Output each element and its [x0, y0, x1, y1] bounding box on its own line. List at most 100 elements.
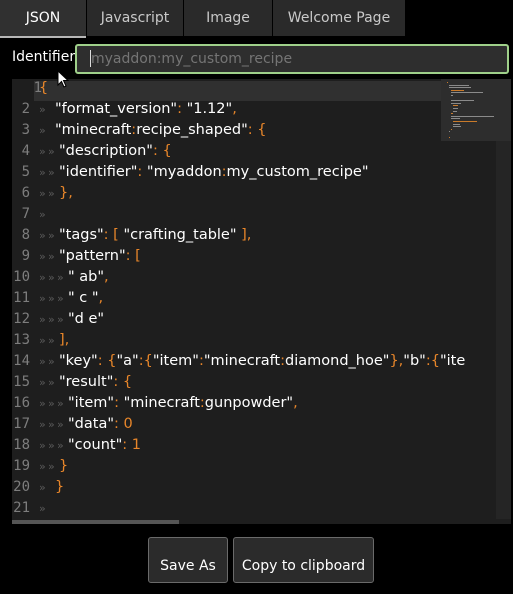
code-line: » "format_version": "1.12", — [39, 101, 237, 117]
code-token: : — [177, 101, 187, 117]
minimap-line — [451, 102, 461, 104]
line-number: 11 — [13, 290, 30, 306]
indent-guide-icon: » — [39, 187, 46, 200]
line-number: 3 — [21, 122, 30, 138]
code-token: "minecraft — [55, 122, 132, 138]
code-editor[interactable]: 12345678910111213141516171819202122 {»"f… — [12, 79, 511, 524]
code-token: "ite — [439, 353, 466, 369]
code-token: , — [293, 395, 298, 411]
code-line: { — [39, 80, 48, 96]
code-token: : — [114, 395, 124, 411]
indent-guide-icon: » — [39, 418, 46, 431]
vertical-scrollbar[interactable] — [496, 141, 511, 519]
code-token: } — [55, 479, 65, 495]
line-number: 7 — [21, 206, 30, 222]
code-token: " c " — [68, 290, 99, 306]
indent-guide-icon: » — [39, 166, 46, 179]
horizontal-scrollbar-thumb[interactable] — [12, 520, 179, 524]
indent-guide-icon: » — [48, 166, 55, 179]
indent-guide-icon: » — [48, 334, 55, 347]
indent-guide-icon: » — [39, 229, 46, 242]
code-line: » "minecraft:recipe_shaped": { — [39, 122, 267, 138]
line-number: 4 — [21, 143, 30, 159]
code-token: "tags" — [59, 227, 104, 243]
indent-guide-icon: » — [39, 439, 46, 452]
code-token: gunpowder" — [204, 395, 294, 411]
indent-guide-icon: » — [39, 355, 46, 368]
code-line: »»» "data": 0 — [39, 416, 133, 432]
indent-guide-icon: » — [48, 418, 55, 431]
line-number: 10 — [13, 269, 30, 285]
code-token: "myaddon — [146, 164, 222, 180]
indent-guide-icon: » — [57, 271, 64, 284]
code-token: }, — [389, 353, 404, 369]
indent-guide-icon: » — [39, 313, 46, 326]
code-token: ], — [59, 332, 70, 348]
tab-json[interactable]: JSON — [0, 0, 86, 38]
indent-guide-icon: » — [57, 439, 64, 452]
code-token: : [ — [125, 248, 141, 264]
code-token: "item" — [68, 395, 115, 411]
code-token: "minecraft — [203, 353, 281, 369]
copy-to-clipboard-button[interactable]: Copy to clipboard — [233, 537, 374, 583]
code-token: , — [104, 269, 109, 285]
indent-guide-icon: » — [48, 355, 55, 368]
minimap-line — [449, 87, 472, 89]
code-token: "data" — [68, 416, 114, 432]
code-line: »» "tags": [ "crafting_table" ], — [39, 227, 251, 243]
line-number: 14 — [13, 353, 30, 369]
minimap-line — [451, 115, 495, 117]
code-line: »»» "count": 1 — [39, 437, 141, 453]
indent-guide-icon: » — [48, 313, 55, 326]
indent-guide-icon: » — [48, 187, 55, 200]
code-line: »»» " ab", — [39, 269, 109, 285]
code-token: "b" — [403, 353, 426, 369]
minimap-line — [451, 95, 453, 96]
indent-guide-icon: » — [39, 481, 46, 494]
minimap-line — [447, 82, 448, 83]
indent-guide-icon: » — [39, 145, 46, 158]
indent-guide-icon: » — [39, 376, 46, 389]
indent-guide-icon: » — [39, 334, 46, 347]
tab-welcome-page[interactable]: Welcome Page — [273, 0, 405, 36]
line-number: 5 — [21, 164, 30, 180]
code-token: "minecraft — [123, 395, 200, 411]
indent-guide-icon: » — [57, 397, 64, 410]
line-number-gutter: 12345678910111213141516171819202122 — [12, 79, 42, 524]
minimap-line — [451, 89, 464, 91]
code-token: "crafting_table" — [123, 227, 237, 243]
indent-guide-icon: » — [48, 397, 55, 410]
code-token: } — [59, 458, 69, 474]
code-token: "pattern" — [59, 248, 126, 264]
code-token: ], — [236, 227, 252, 243]
code-token: "a" — [116, 353, 139, 369]
code-token: : — [137, 164, 147, 180]
identifier-input[interactable] — [75, 44, 509, 74]
text-caret — [90, 50, 91, 67]
indent-guide-icon: » — [48, 229, 55, 242]
indent-guide-icon: » — [39, 502, 46, 515]
identifier-label: Identifier — [12, 49, 76, 65]
minimap-line — [453, 123, 461, 125]
code-token: "format_version" — [55, 101, 178, 117]
code-token: "identifier" — [59, 164, 138, 180]
indent-guide-icon: » — [57, 313, 64, 326]
code-token: : { — [247, 122, 267, 138]
indent-guide-icon: » — [57, 292, 64, 305]
code-line: » — [39, 500, 55, 516]
code-token: : 1 — [122, 437, 141, 453]
line-number: 21 — [13, 500, 30, 516]
save-as-button[interactable]: Save As — [148, 537, 228, 583]
code-line: »» "identifier": "myaddon:my_custom_recip… — [39, 164, 369, 180]
code-minimap[interactable] — [441, 79, 511, 141]
indent-guide-icon: » — [39, 397, 46, 410]
line-number: 1 — [33, 80, 42, 96]
tab-image[interactable]: Image — [184, 0, 272, 36]
tab-javascript[interactable]: Javascript — [87, 0, 183, 36]
minimap-line — [449, 131, 450, 133]
indent-guide-icon: » — [39, 460, 46, 473]
code-line: »» "result": { — [39, 374, 132, 390]
horizontal-scrollbar-track[interactable] — [179, 520, 511, 524]
indent-guide-icon: » — [39, 103, 46, 116]
code-token: : [ — [103, 227, 124, 243]
